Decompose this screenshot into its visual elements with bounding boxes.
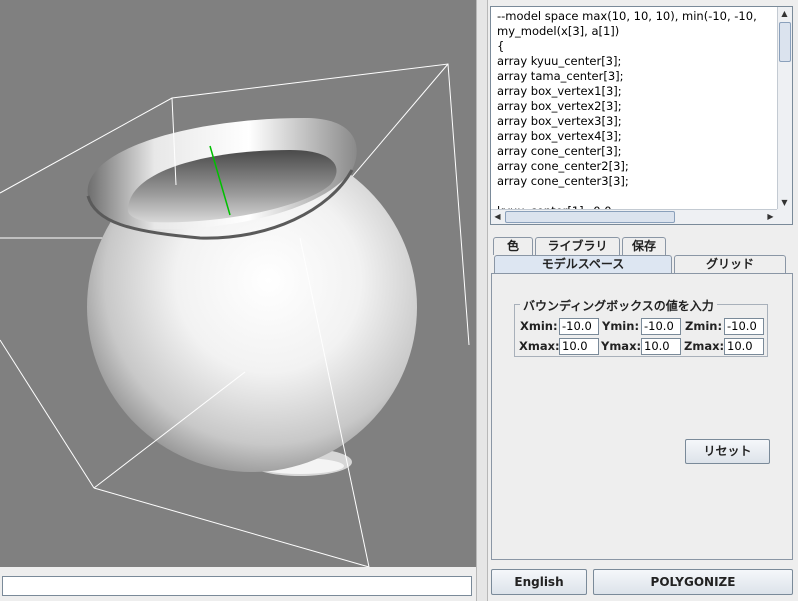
horizontal-scrollbar[interactable]: ◀ ▶ bbox=[491, 209, 777, 224]
code-editor[interactable]: --model space max(10, 10, 10), min(-10, … bbox=[490, 6, 793, 225]
code-line: array tama_center[3]; bbox=[497, 69, 624, 83]
scroll-down-icon[interactable]: ▼ bbox=[778, 196, 791, 209]
xmin-label: Xmin: bbox=[520, 319, 558, 333]
ymax-label: Ymax: bbox=[601, 339, 642, 353]
code-line: --model space max(10, 10, 10), min(-10, … bbox=[497, 9, 757, 23]
3d-viewport[interactable] bbox=[0, 0, 476, 567]
xmin-field[interactable]: -10.0 bbox=[559, 318, 599, 335]
code-line: array box_vertex3[3]; bbox=[497, 114, 622, 128]
polygonize-button[interactable]: POLYGONIZE bbox=[593, 569, 793, 595]
horizontal-scroll-thumb[interactable] bbox=[505, 211, 675, 223]
code-line: array cone_center[3]; bbox=[497, 144, 622, 158]
code-line: my_model(x[3], a[1]) bbox=[497, 24, 620, 38]
code-line: array box_vertex1[3]; bbox=[497, 84, 622, 98]
ymax-field[interactable]: 10.0 bbox=[641, 338, 681, 355]
tab-library[interactable]: ライブラリ bbox=[535, 237, 620, 255]
code-line: array cone_center3[3]; bbox=[497, 174, 629, 188]
english-button[interactable]: English bbox=[491, 569, 587, 595]
xmax-field[interactable]: 10.0 bbox=[559, 338, 599, 355]
ymin-label: Ymin: bbox=[602, 319, 640, 333]
zmax-label: Zmax: bbox=[684, 339, 725, 353]
scroll-right-icon[interactable]: ▶ bbox=[764, 210, 777, 223]
code-line: array box_vertex4[3]; bbox=[497, 129, 622, 143]
scroll-up-icon[interactable]: ▲ bbox=[778, 7, 791, 20]
reset-button[interactable]: リセット bbox=[685, 439, 770, 464]
vertical-scrollbar[interactable]: ▲ ▼ bbox=[777, 7, 792, 209]
code-line: { bbox=[497, 39, 505, 53]
tab-grid[interactable]: グリッド bbox=[674, 255, 786, 273]
tab-model-space[interactable]: モデルスペース bbox=[494, 255, 672, 273]
code-line: array kyuu_center[3]; bbox=[497, 54, 622, 68]
split-pane-divider[interactable] bbox=[476, 0, 488, 601]
xmax-label: Xmax: bbox=[519, 339, 560, 353]
code-line: array cone_center2[3]; bbox=[497, 159, 629, 173]
bounding-box-title: バウンディングボックスの値を入力 bbox=[520, 297, 717, 314]
scrollbar-corner bbox=[777, 209, 792, 224]
vertical-scroll-thumb[interactable] bbox=[779, 22, 791, 62]
console-input[interactable] bbox=[2, 576, 472, 596]
zmin-field[interactable]: -10.0 bbox=[724, 318, 764, 335]
code-text[interactable]: --model space max(10, 10, 10), min(-10, … bbox=[491, 7, 777, 209]
tab-save[interactable]: 保存 bbox=[622, 237, 666, 255]
model-render bbox=[0, 63, 470, 567]
zmax-field[interactable]: 10.0 bbox=[724, 338, 764, 355]
zmin-label: Zmin: bbox=[685, 319, 723, 333]
scroll-left-icon[interactable]: ◀ bbox=[491, 210, 504, 223]
tab-color[interactable]: 色 bbox=[493, 237, 533, 255]
ymin-field[interactable]: -10.0 bbox=[641, 318, 681, 335]
code-line: array box_vertex2[3]; bbox=[497, 99, 622, 113]
